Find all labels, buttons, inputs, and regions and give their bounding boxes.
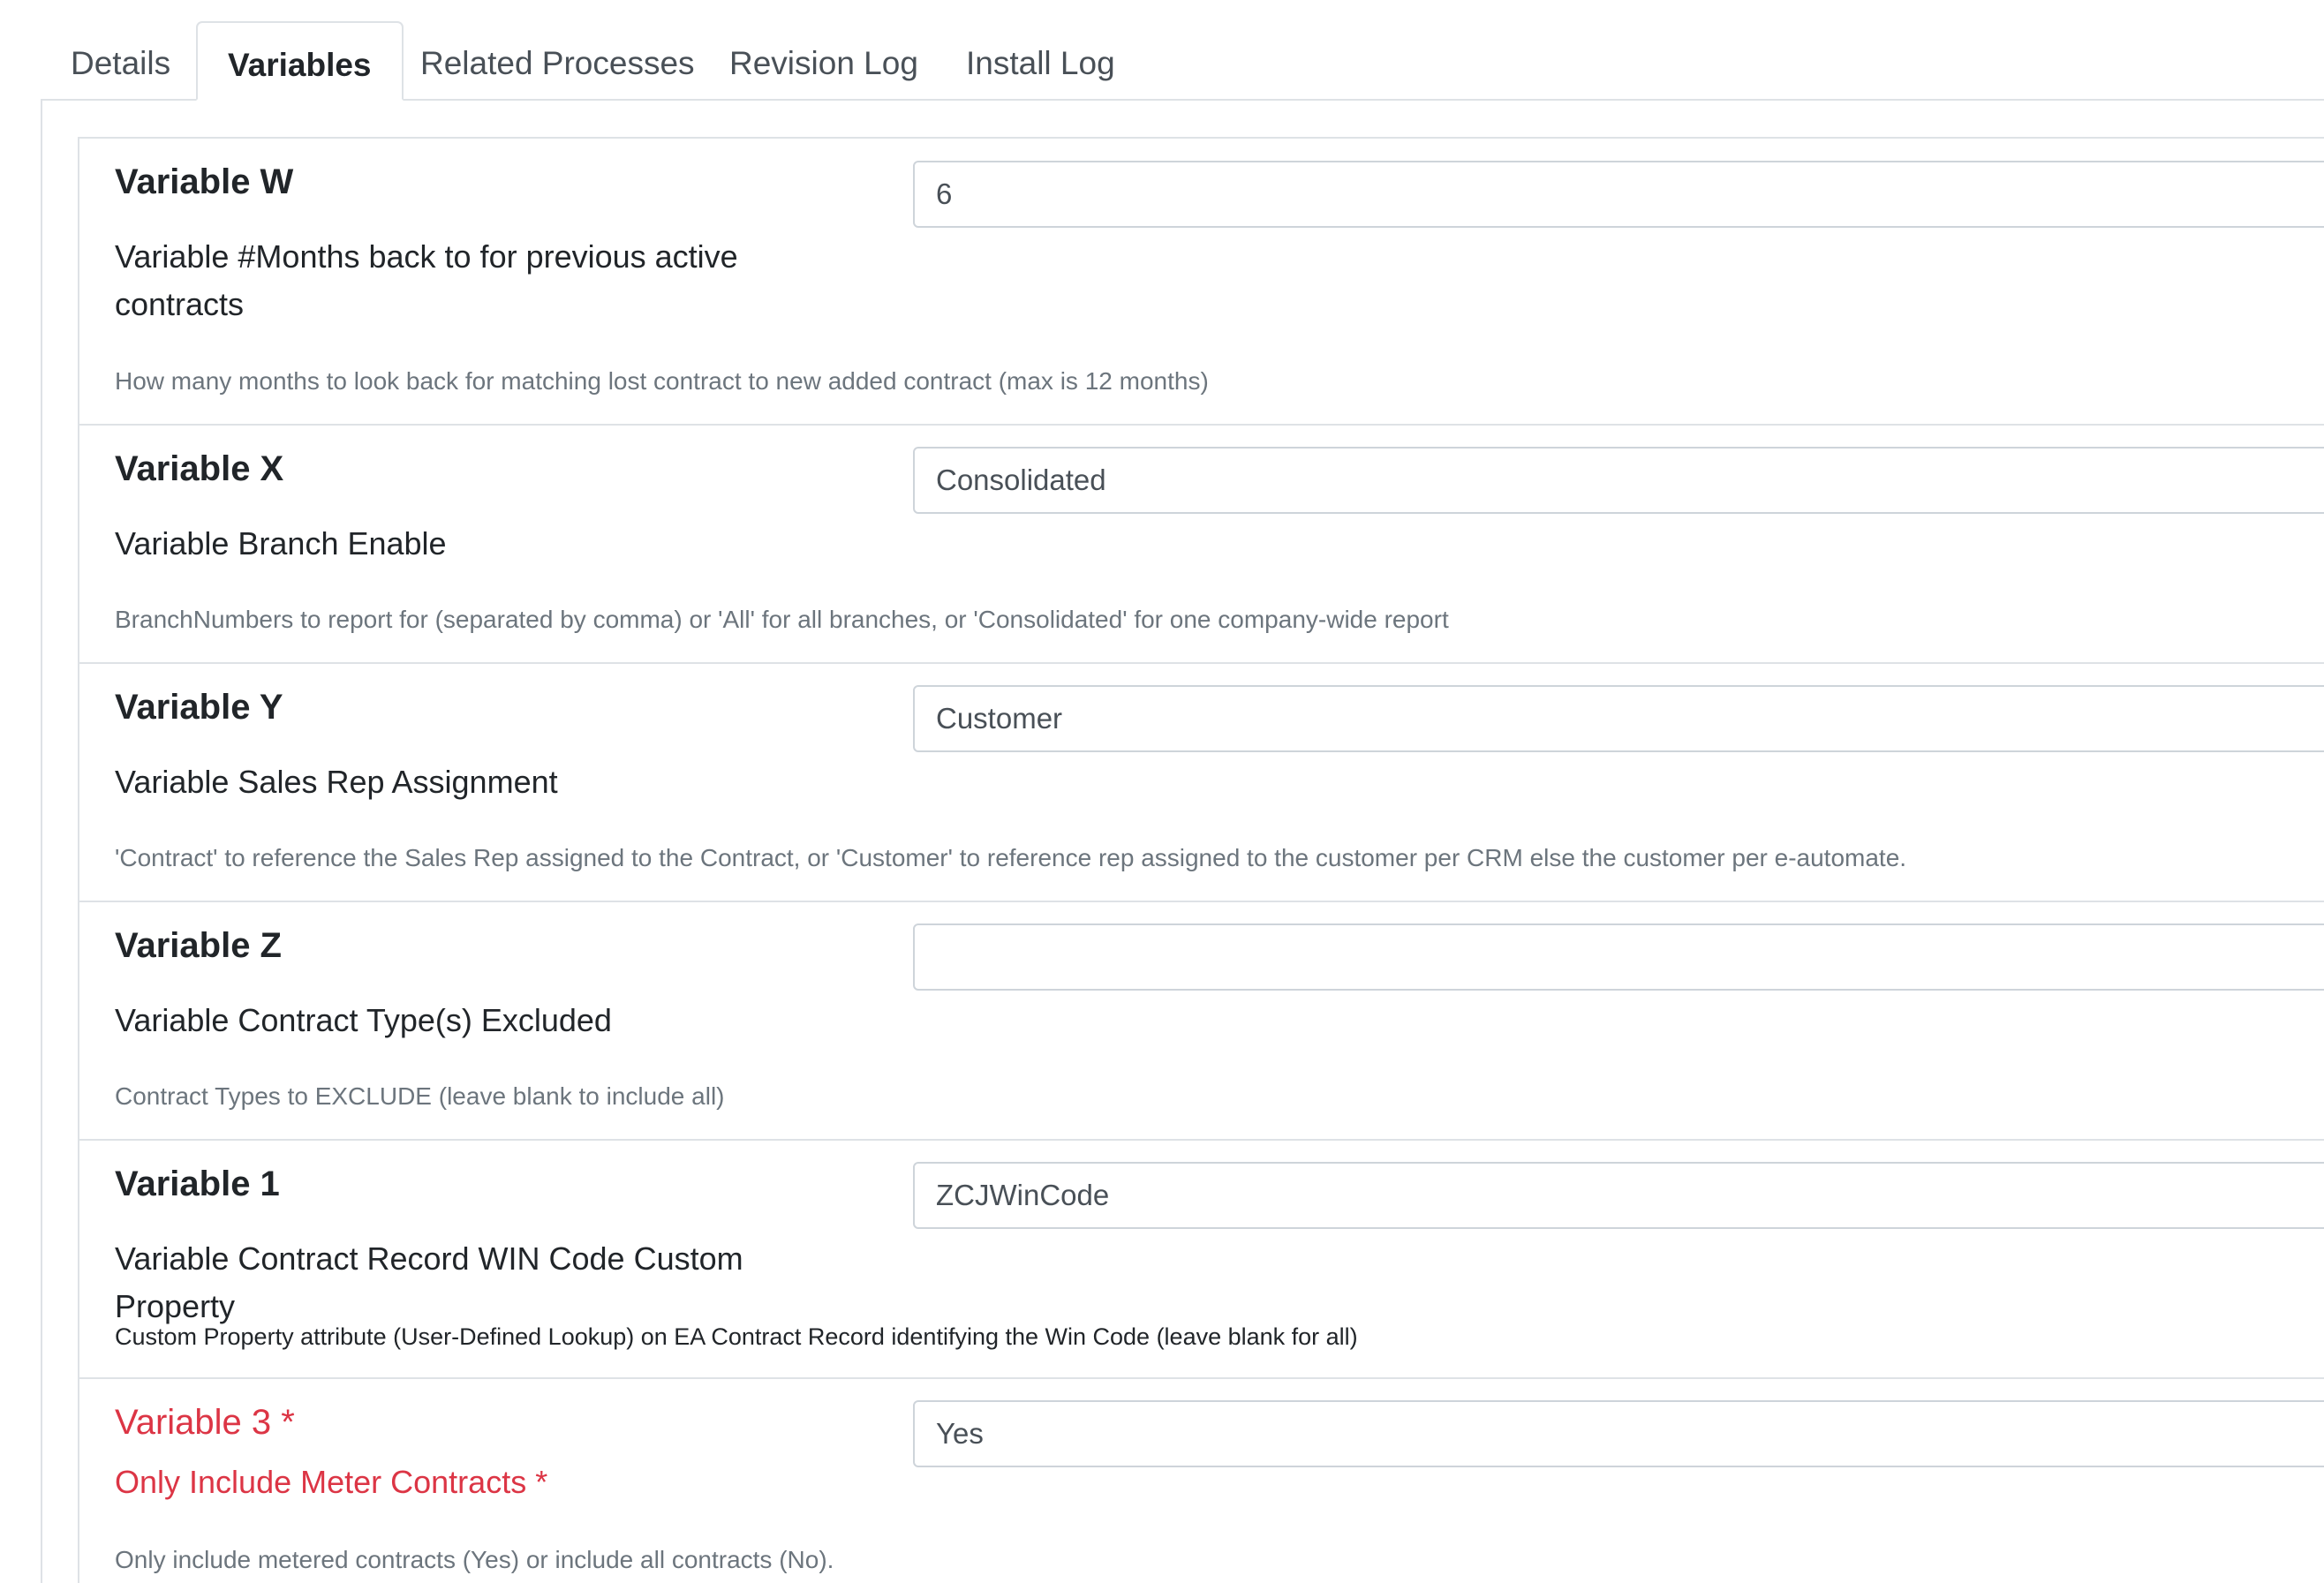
variable-label: Variable #Months back to for previous ac… [115, 238, 738, 322]
variable-help-text: Custom Property attribute (User-Defined … [115, 1323, 1358, 1350]
variable-1-input[interactable] [913, 1162, 2324, 1229]
tab-related-processes[interactable]: Related Processes [390, 21, 725, 99]
variable-label: Variable Contract Type(s) Excluded [115, 1002, 612, 1038]
variable-label: Variable Sales Rep Assignment [115, 764, 558, 800]
tab-details[interactable]: Details [41, 21, 200, 99]
tab-install-log[interactable]: Install Log [936, 21, 1145, 99]
variable-help-text: BranchNumbers to report for (separated b… [115, 606, 1449, 633]
variable-help-text: How many months to look back for matchin… [115, 367, 1209, 395]
variable-label: Variable Contract Record WIN Code Custom… [115, 1240, 743, 1324]
variable-label-required: Only Include Meter Contracts * [115, 1464, 548, 1500]
tab-variables[interactable]: Variables [196, 21, 404, 101]
variable-help-text: Only include metered contracts (Yes) or … [115, 1546, 834, 1573]
variable-x-input[interactable] [913, 447, 2324, 514]
variable-y-input[interactable] [913, 685, 2324, 752]
variable-title: Variable Y [115, 688, 283, 727]
variable-title: Variable 1 [115, 1165, 280, 1203]
variable-z-input[interactable] [913, 923, 2324, 991]
variable-w-input[interactable] [913, 161, 2324, 228]
variable-title-required: Variable 3 * [115, 1403, 295, 1442]
tab-revision-log[interactable]: Revision Log [699, 21, 948, 99]
variable-help-text: Contract Types to EXCLUDE (leave blank t… [115, 1082, 725, 1110]
variable-help-text: 'Contract' to reference the Sales Rep as… [115, 844, 1907, 871]
variable-title: Variable X [115, 449, 284, 488]
variable-title: Variable W [115, 162, 294, 201]
variable-label: Variable Branch Enable [115, 525, 447, 562]
variable-title: Variable Z [115, 926, 282, 965]
tab-bar: Details Variables Related Processes Revi… [0, 0, 2324, 101]
variable-3-input[interactable] [913, 1400, 2324, 1467]
